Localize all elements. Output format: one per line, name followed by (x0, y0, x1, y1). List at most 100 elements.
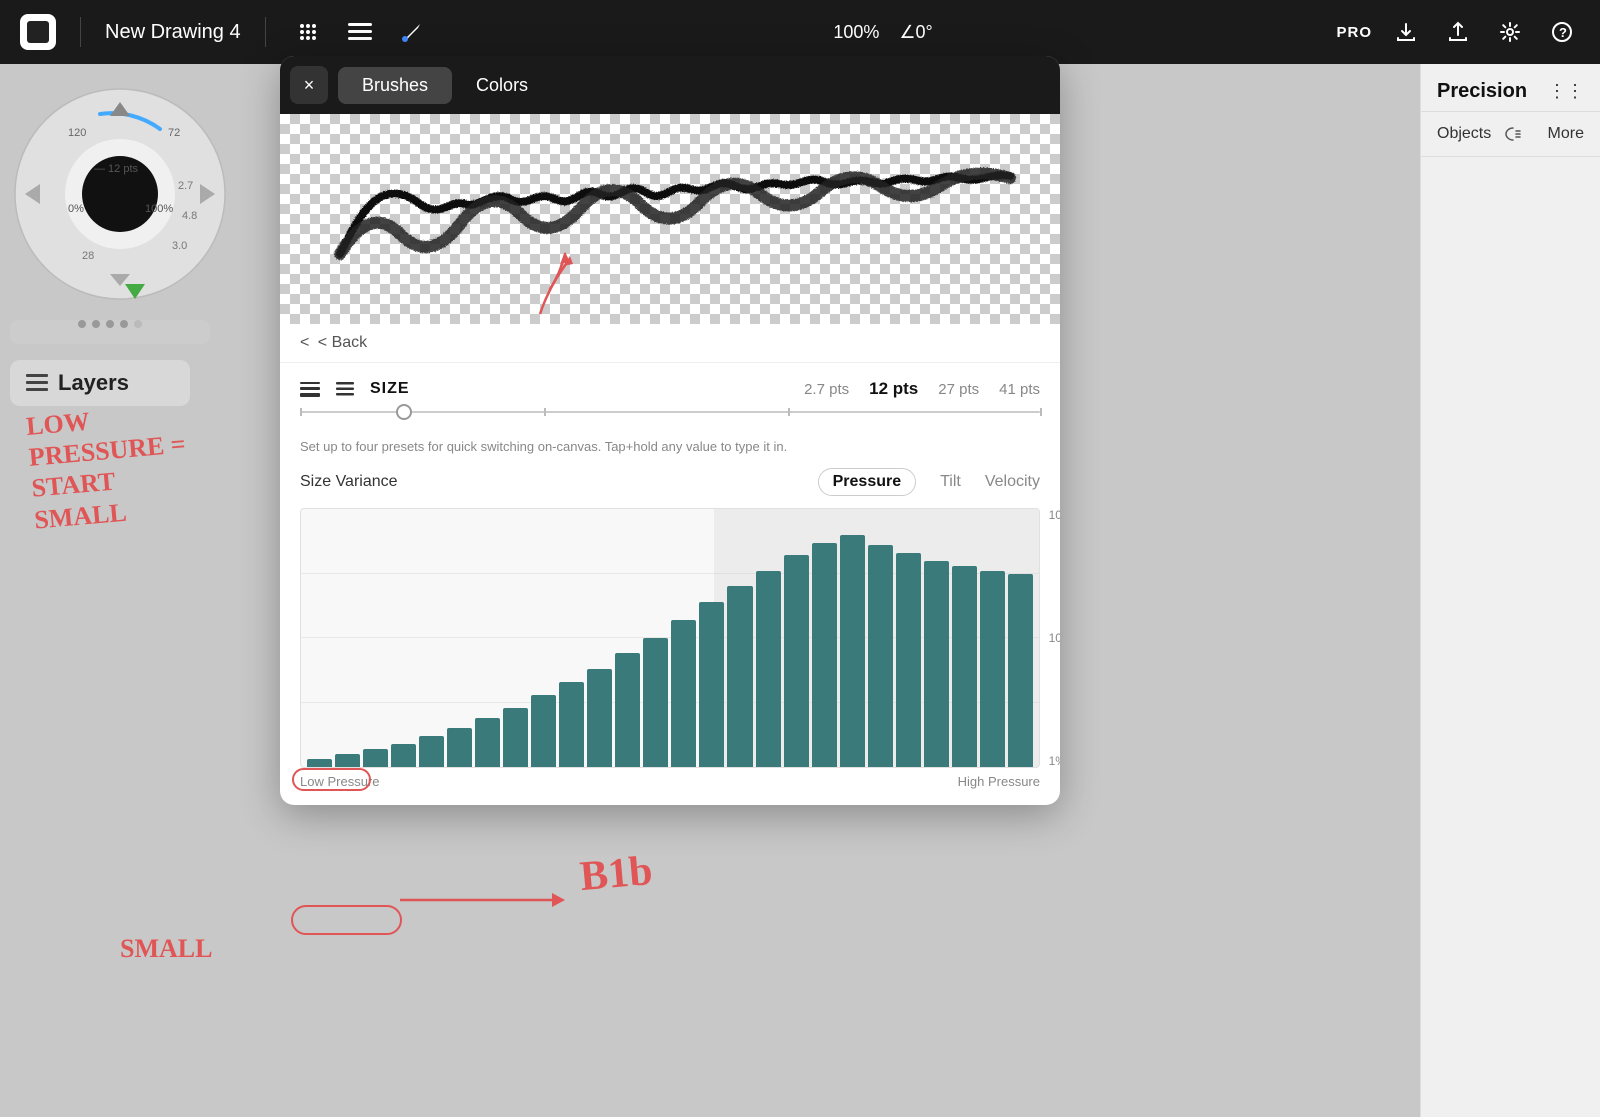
brush-stroke-svg (280, 114, 1060, 324)
chart-bar (784, 555, 809, 767)
right-panel-sub: Objects More (1421, 112, 1600, 157)
chart-bar (896, 553, 921, 767)
chart-bars (301, 509, 1039, 767)
annotation-b1b: B1b (578, 847, 654, 901)
tab-colors[interactable]: Colors (452, 67, 552, 104)
chart-bar (503, 708, 528, 767)
chart-bar (812, 543, 837, 767)
variance-tab-velocity[interactable]: Velocity (985, 473, 1040, 491)
chart-bar (1008, 574, 1033, 768)
chart-bar (419, 736, 444, 767)
chart-bar (840, 535, 865, 767)
chart-bar (363, 749, 388, 767)
size-title: SIZE (370, 380, 410, 398)
chart-bar (447, 728, 472, 767)
svg-text:120: 120 (68, 127, 86, 139)
chart-area (300, 508, 1040, 768)
back-arrow-icon: < (300, 334, 309, 351)
grid-dots-icon[interactable]: ⋮⋮ (1548, 81, 1584, 102)
upload-icon-btn[interactable] (1440, 14, 1476, 50)
topbar-center: 100% ∠0° (430, 22, 1337, 43)
lasso-icon (1503, 124, 1523, 144)
layers-button[interactable]: Layers (10, 360, 190, 406)
left-sidebar: 120 72 — 12 pts 0% 100% 2.7 4.8 3.0 28 (0, 64, 250, 406)
canvas-preview (280, 114, 1060, 324)
arrow-low-to-b1b (390, 870, 590, 930)
svg-text:3.0: 3.0 (172, 240, 187, 252)
size-icon[interactable] (300, 382, 320, 397)
preset-12[interactable]: 12 pts (869, 379, 918, 399)
chart-bar (587, 669, 612, 767)
size-slider-thumb[interactable] (396, 404, 412, 420)
svg-text:72: 72 (168, 127, 180, 139)
chart-bar (952, 566, 977, 767)
right-panel-header: Precision ⋮⋮ (1421, 64, 1600, 112)
help-icon-btn[interactable]: ? (1544, 14, 1580, 50)
back-button[interactable]: < < Back (280, 324, 1060, 363)
topbar-right: PRO ? (1336, 14, 1580, 50)
size-slider-track[interactable] (300, 411, 1040, 413)
topbar: New Drawing 4 (0, 0, 1600, 64)
variance-section: Size Variance Pressure Tilt Velocity (280, 468, 1060, 805)
annotation-small: SMALL (120, 934, 212, 964)
preset-2-7[interactable]: 2.7 pts (804, 381, 849, 398)
layers-label: Layers (58, 370, 129, 396)
topbar-divider (80, 17, 81, 47)
svg-text:2.7: 2.7 (178, 180, 193, 192)
variance-tab-tilt[interactable]: Tilt (940, 473, 961, 491)
topbar-left: New Drawing 4 (20, 14, 430, 50)
chart-bar (980, 571, 1005, 767)
x-axis-labels: Low Pressure x High Pressure (300, 768, 1040, 789)
size-header: SIZE 2.7 pts 12 pts 27 pts 41 pts (300, 379, 1040, 399)
menu-icon-btn[interactable] (342, 14, 378, 50)
size-section: SIZE 2.7 pts 12 pts 27 pts 41 pts Set up… (280, 363, 1060, 468)
objects-label[interactable]: Objects (1437, 125, 1491, 143)
preset-41[interactable]: 41 pts (999, 381, 1040, 398)
close-button[interactable]: × (290, 66, 328, 104)
app-icon[interactable] (20, 14, 56, 50)
svg-text:— 12 pts: — 12 pts (94, 163, 139, 175)
chart-bar (559, 682, 584, 767)
variance-title: Size Variance (300, 473, 398, 491)
svg-text:0%: 0% (68, 203, 84, 215)
x-label-low-pressure: Low Pressure x (300, 774, 379, 789)
chart-wrapper: 1000% 100 1% Low Pressure x High Pressur… (300, 508, 1040, 789)
preset-27[interactable]: 27 pts (938, 381, 979, 398)
topbar-divider2 (265, 17, 266, 47)
more-label[interactable]: More (1548, 125, 1584, 143)
y-label-100: 100 (1049, 631, 1060, 645)
y-label-1000: 1000% (1049, 508, 1060, 522)
arrow-annotation (530, 244, 590, 324)
variance-tab-pressure[interactable]: Pressure (818, 468, 917, 496)
chart-container: 1000% 100 1% Low Pressure x High Pressur… (300, 508, 1040, 789)
layers-icon (26, 374, 48, 392)
hamburger-icon (336, 382, 354, 396)
dots-row (10, 320, 210, 344)
right-panel: Precision ⋮⋮ Objects More (1420, 64, 1600, 1117)
size-slider-container (300, 411, 1040, 433)
chart-bar (475, 718, 500, 767)
chart-bar (643, 638, 668, 767)
radial-wheel-svg: 120 72 — 12 pts 0% 100% 2.7 4.8 3.0 28 (10, 84, 230, 304)
settings-icon-btn[interactable] (1492, 14, 1528, 50)
precision-title: Precision (1437, 80, 1527, 103)
x-label-high-pressure: High Pressure (958, 774, 1040, 789)
chart-bar (868, 545, 893, 767)
tab-brushes[interactable]: Brushes (338, 67, 452, 104)
annotation-low-pressure: LOWPRESSURE =STARTSMALL (25, 397, 192, 535)
dialog-tabs: Brushes Colors (338, 67, 552, 104)
size-hint: Set up to four presets for quick switchi… (300, 433, 1040, 468)
chart-bar (699, 602, 724, 767)
low-pressure-circle: Low Pressure (291, 905, 402, 935)
grid-icon-btn[interactable] (290, 14, 326, 50)
brush-icon-btn[interactable] (394, 14, 430, 50)
chart-bar (924, 561, 949, 767)
size-presets: 2.7 pts 12 pts 27 pts 41 pts (804, 379, 1040, 399)
svg-text:4.8: 4.8 (182, 210, 197, 222)
svg-text:28: 28 (82, 250, 94, 262)
download-icon-btn[interactable] (1388, 14, 1424, 50)
variance-header: Size Variance Pressure Tilt Velocity (300, 468, 1040, 496)
chart-bar (615, 653, 640, 767)
brushes-dialog: × Brushes Colors (280, 56, 1060, 805)
radial-tool[interactable]: 120 72 — 12 pts 0% 100% 2.7 4.8 3.0 28 (10, 84, 230, 304)
